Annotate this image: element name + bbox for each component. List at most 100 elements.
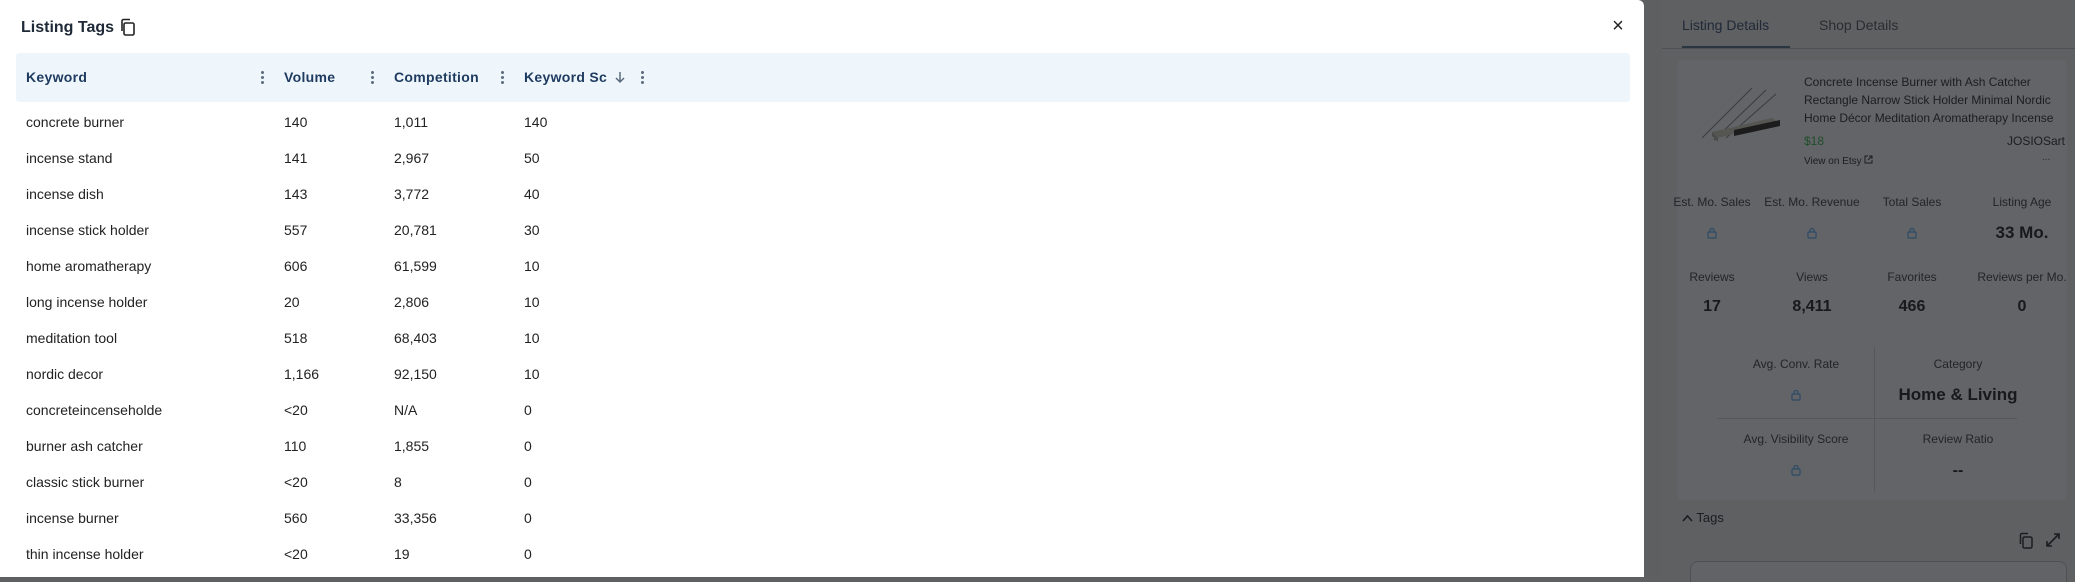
- score-cell: 0: [524, 438, 532, 454]
- lock-icon[interactable]: [1907, 226, 1917, 239]
- keyword-cell: incense stand: [26, 150, 113, 166]
- table-row[interactable]: burner ash catcher 110 1,855 0: [16, 428, 1630, 464]
- table-row[interactable]: nordic decor 1,166 92,150 10: [16, 356, 1630, 392]
- divider: [1717, 418, 2017, 419]
- listing-tags-modal: Listing Tags × Keyword Volume Competitio…: [0, 0, 1644, 577]
- sort-descending-icon[interactable]: [614, 70, 626, 84]
- more-options[interactable]: ...: [2042, 152, 2050, 163]
- table-row[interactable]: incense stand 141 2,967 50: [16, 140, 1630, 176]
- table-header: Keyword Volume Competition Keyword Sc: [16, 53, 1630, 102]
- competition-cell: 20,781: [394, 222, 437, 238]
- close-button[interactable]: ×: [1607, 15, 1629, 37]
- tags-toggle[interactable]: Tags: [1682, 510, 1724, 525]
- keyword-cell: thin incense holder: [26, 546, 144, 562]
- lock-icon[interactable]: [1791, 388, 1801, 401]
- competition-cell: 61,599: [394, 258, 437, 274]
- score-cell: 30: [524, 222, 540, 238]
- competition-cell: 8: [394, 474, 402, 490]
- score-cell: 50: [524, 150, 540, 166]
- divider: [1874, 347, 1875, 492]
- column-menu-icon[interactable]: [369, 71, 375, 85]
- table-row[interactable]: concreteincenseholde <20 N/A 0: [16, 392, 1630, 428]
- score-cell: 0: [524, 546, 532, 562]
- competition-cell: 92,150: [394, 366, 437, 382]
- product-price: $18: [1804, 134, 1825, 148]
- column-header-keyword[interactable]: Keyword: [26, 53, 87, 102]
- competition-cell: 3,772: [394, 186, 430, 202]
- volume-cell: 110: [284, 438, 307, 454]
- keyword-cell: incense dish: [26, 186, 104, 202]
- stat-value: 0: [2017, 298, 2027, 315]
- stat-label: Views: [1796, 270, 1828, 284]
- table-row[interactable]: meditation tool 518 68,403 10: [16, 320, 1630, 356]
- volume-cell: 20: [284, 294, 300, 310]
- table-row[interactable]: incense stick holder 557 20,781 30: [16, 212, 1630, 248]
- side-tabs: Listing Details Shop Details: [1662, 0, 2075, 50]
- column-menu-icon[interactable]: [499, 71, 505, 85]
- stat-label: Est. Mo. Sales: [1673, 195, 1751, 209]
- score-cell: 10: [524, 258, 540, 274]
- shop-name[interactable]: JOSIOSart: [1997, 134, 2065, 148]
- stat-value: 17: [1703, 298, 1721, 315]
- column-menu-icon[interactable]: [639, 71, 645, 85]
- keyword-cell: classic stick burner: [26, 474, 145, 490]
- score-cell: 0: [524, 510, 532, 526]
- table-row[interactable]: home aromatherapy 606 61,599 10: [16, 248, 1630, 284]
- table-row[interactable]: incense dish 143 3,772 40: [16, 176, 1630, 212]
- volume-cell: 560: [284, 510, 308, 526]
- table-row[interactable]: incense burner 560 33,356 0: [16, 500, 1630, 536]
- stat-value: Home & Living: [1898, 385, 2018, 404]
- volume-cell: <20: [284, 546, 308, 562]
- competition-cell: 68,403: [394, 330, 437, 346]
- view-on-etsy-link[interactable]: View on Etsy: [1804, 155, 1873, 167]
- product-title[interactable]: Concrete Incense Burner with Ash Catcher…: [1804, 73, 2066, 127]
- competition-cell: 1,855: [394, 438, 430, 454]
- column-header-competition[interactable]: Competition: [394, 53, 479, 102]
- stat-label: Avg. Visibility Score: [1743, 432, 1849, 446]
- stat-label: Category: [1933, 357, 1983, 371]
- lock-icon[interactable]: [1791, 463, 1801, 476]
- score-cell: 140: [524, 114, 548, 130]
- lock-icon[interactable]: [1707, 226, 1717, 239]
- view-on-etsy-label: View on Etsy: [1804, 156, 1862, 167]
- stat-label: Review Ratio: [1922, 432, 1994, 446]
- stat-value: 466: [1898, 298, 1926, 315]
- volume-cell: 1,166: [284, 366, 320, 382]
- modal-header: Listing Tags ×: [0, 0, 1644, 52]
- column-header-keyword-score[interactable]: Keyword Sc: [524, 53, 607, 102]
- table-row[interactable]: classic stick burner <20 8 0: [16, 464, 1630, 500]
- score-cell: 10: [524, 294, 540, 310]
- copy-icon[interactable]: [2018, 532, 2034, 550]
- competition-cell: 2,967: [394, 150, 430, 166]
- external-link-icon: [1864, 155, 1873, 164]
- chevron-up-icon: [1682, 514, 1693, 522]
- stat-label: Reviews per Mo.: [1977, 270, 2067, 284]
- column-header-volume[interactable]: Volume: [284, 53, 335, 102]
- competition-cell: 19: [394, 546, 410, 562]
- keyword-cell: long incense holder: [26, 294, 148, 310]
- keyword-cell: home aromatherapy: [26, 258, 152, 274]
- listing-side-panel: Listing Details Shop Details Concrete In…: [1662, 0, 2075, 582]
- expand-icon[interactable]: [2045, 532, 2061, 548]
- product-thumbnail[interactable]: [1692, 80, 1782, 155]
- keyword-cell: concreteincenseholde: [26, 402, 163, 418]
- tab-shop-details[interactable]: Shop Details: [1819, 17, 1898, 33]
- stat-label: Favorites: [1887, 270, 1937, 284]
- copy-icon[interactable]: [119, 18, 137, 37]
- keyword-cell: concrete burner: [26, 114, 125, 130]
- keyword-cell: incense burner: [26, 510, 119, 526]
- table-row[interactable]: long incense holder 20 2,806 10: [16, 284, 1630, 320]
- keyword-cell: nordic decor: [26, 366, 104, 382]
- table-row[interactable]: thin incense holder <20 19 0: [16, 536, 1630, 572]
- volume-cell: <20: [284, 402, 308, 418]
- tab-listing-details[interactable]: Listing Details: [1682, 17, 1769, 33]
- stat-value: 8,411: [1792, 298, 1832, 315]
- lock-icon[interactable]: [1807, 226, 1817, 239]
- score-cell: 40: [524, 186, 540, 202]
- volume-cell: 557: [284, 222, 308, 238]
- score-cell: 0: [524, 402, 532, 418]
- table-row[interactable]: concrete burner 140 1,011 140: [16, 104, 1630, 140]
- column-menu-icon[interactable]: [259, 71, 265, 85]
- keyword-cell: meditation tool: [26, 330, 118, 346]
- stat-label: Total Sales: [1882, 195, 1942, 209]
